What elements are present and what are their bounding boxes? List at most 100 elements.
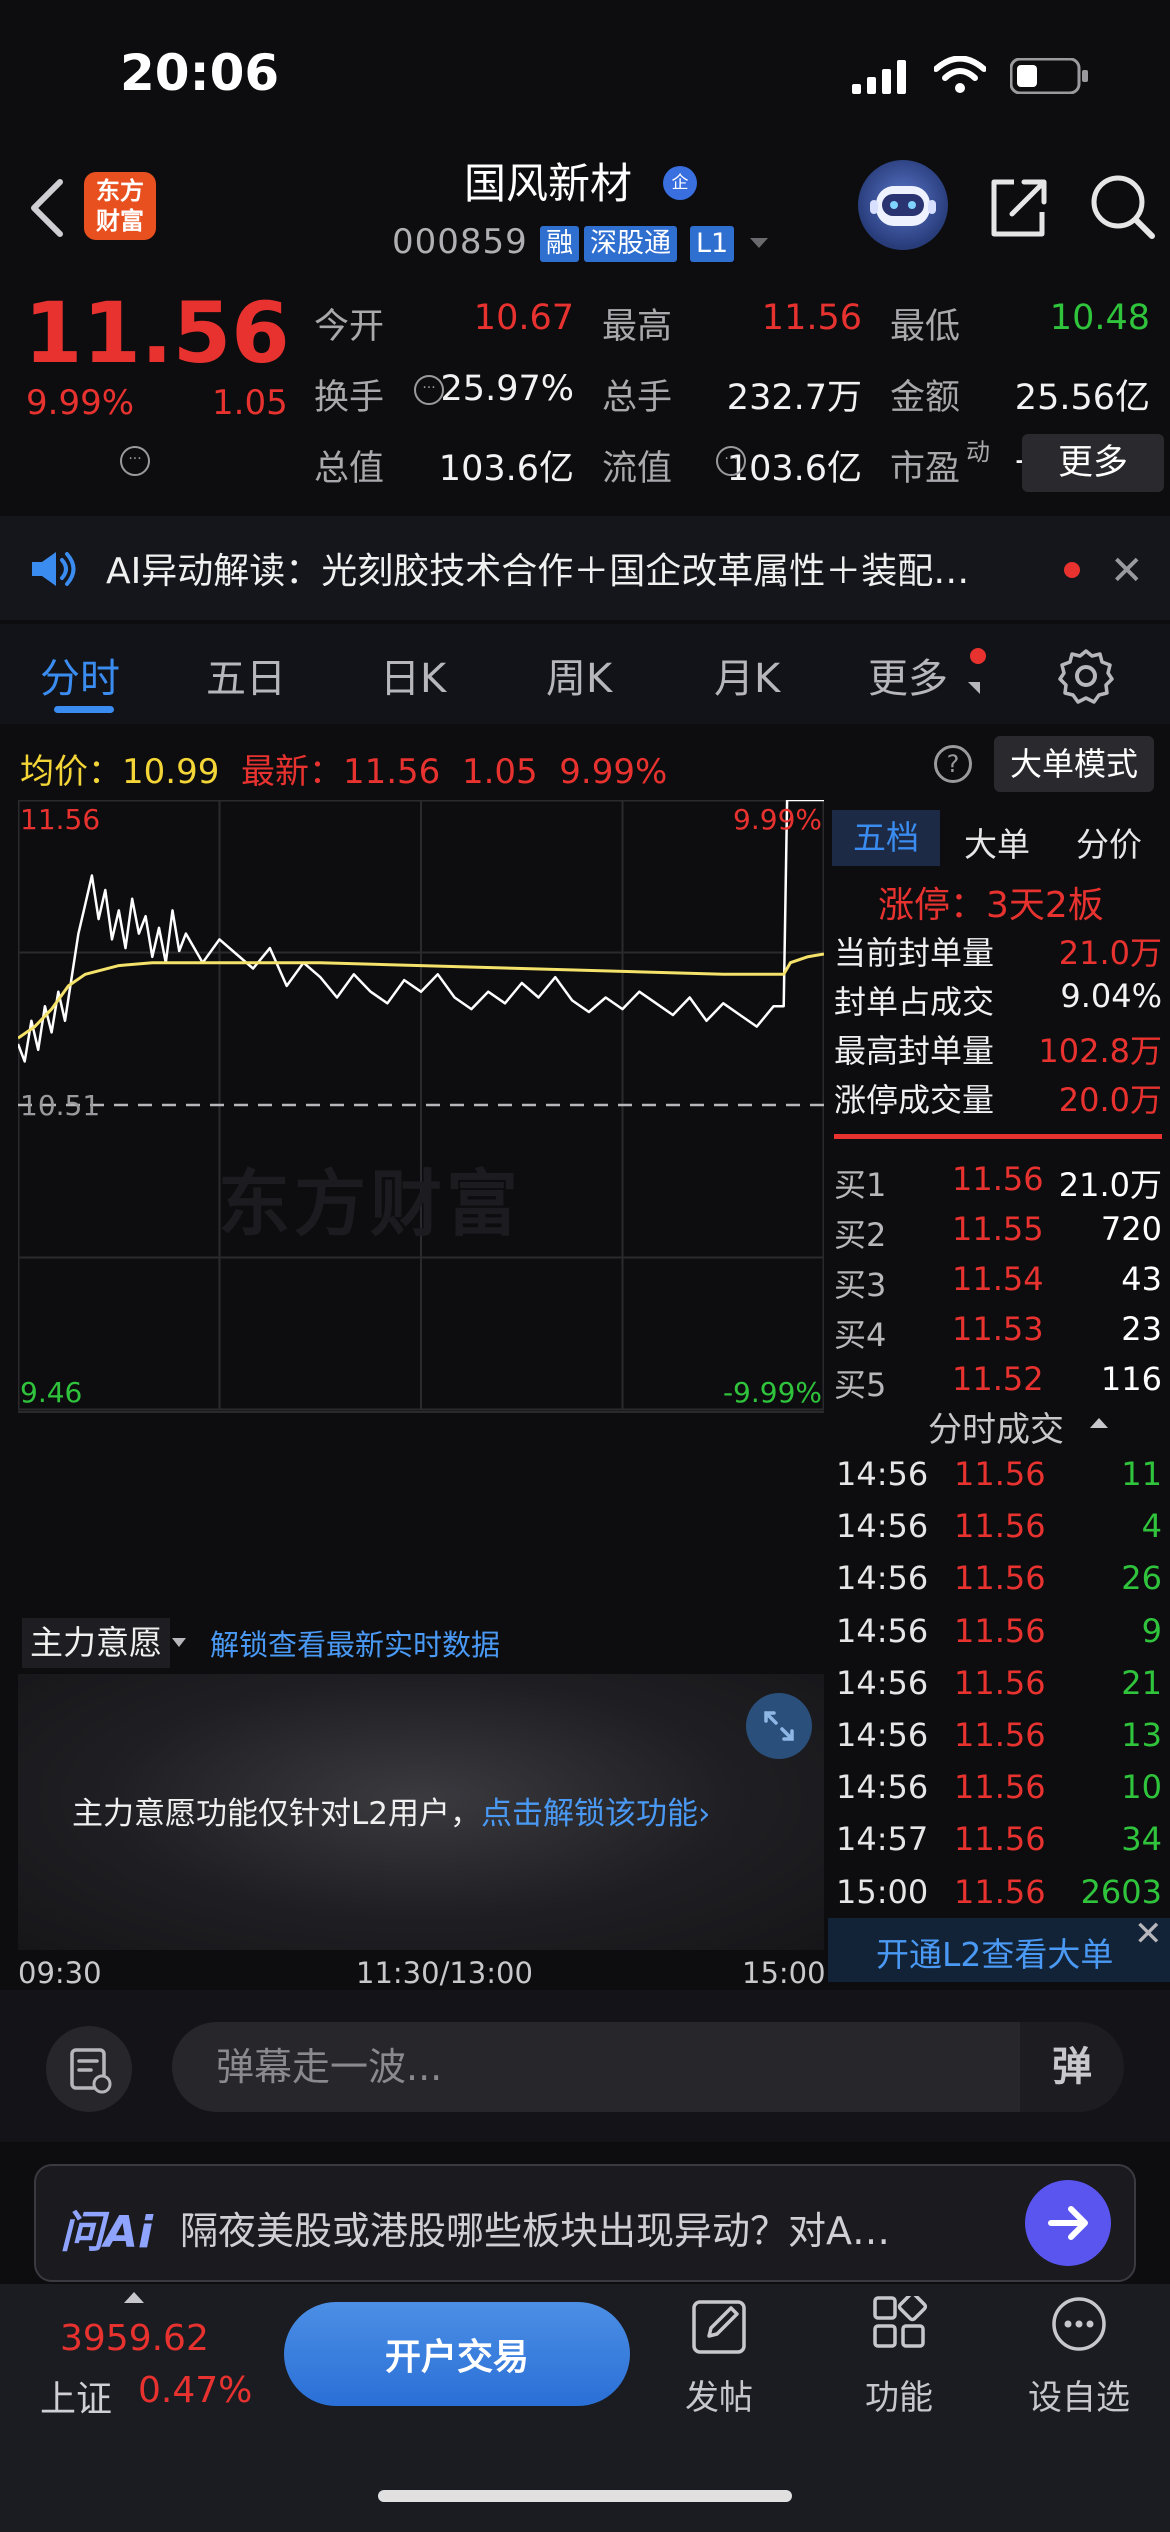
close-icon[interactable]: ✕ <box>1134 1914 1163 1954</box>
tab-price-distribution[interactable]: 分价 <box>1076 818 1142 866</box>
info-icon[interactable]: ··· <box>120 446 150 476</box>
ask-ai-send-button[interactable] <box>1025 2180 1111 2266</box>
chevron-down-icon[interactable] <box>172 1638 186 1647</box>
trade-volume: 2603 <box>1080 1872 1162 1911</box>
latest-label: 最新： <box>240 752 343 792</box>
trade-time: 14:56 <box>836 1611 929 1650</box>
trade-volume: 10 <box>1121 1768 1162 1807</box>
tab-intraday[interactable]: 分时 <box>40 646 120 704</box>
tag-margin: 融 <box>540 226 579 262</box>
order-price: 11.54 <box>952 1260 1044 1298</box>
home-indicator <box>378 2490 792 2502</box>
limit-stat-value: 9.04% <box>1060 977 1162 1015</box>
info-icon[interactable]: ··· <box>716 446 746 476</box>
logo-line-2: 财富 <box>96 207 144 235</box>
share-icon[interactable] <box>986 176 1050 240</box>
trade-price: 11.56 <box>954 1611 1046 1650</box>
trade-time: 14:56 <box>836 1507 929 1546</box>
nav-post[interactable]: 发帖 <box>654 2296 784 2418</box>
status-time: 20:06 <box>120 44 280 102</box>
y-axis-ref-label: 10.51 <box>20 1089 100 1122</box>
order-volume: 23 <box>1121 1310 1162 1348</box>
main-force-message: 主力意愿功能仅针对L2用户，点击解锁该功能› <box>72 1788 710 1833</box>
limit-stat-label: 封单占成交 <box>834 983 995 1021</box>
help-icon[interactable]: ? <box>934 745 972 783</box>
quote-value: 10.67 <box>473 298 574 338</box>
expand-icon[interactable] <box>746 1693 812 1759</box>
ask-ai-prompt[interactable]: 隔夜美股或港股哪些板块出现异动？对A… <box>180 2200 890 2255</box>
main-force-selector[interactable]: 主力意愿 <box>22 1618 170 1668</box>
more-circle-icon <box>1052 2297 1106 2351</box>
unlock-link[interactable]: 解锁查看最新实时数据 <box>210 1622 500 1664</box>
order-volume: 116 <box>1100 1360 1162 1398</box>
quote-label: 换手 <box>314 378 385 418</box>
notes-button[interactable] <box>46 2026 132 2112</box>
limit-stat-label: 涨停成交量 <box>834 1081 995 1119</box>
order-level-label: 买5 <box>834 1366 887 1404</box>
divider <box>834 1134 1162 1139</box>
quote-value: 10.48 <box>1049 298 1150 338</box>
quote-value: 25.56亿 <box>1014 378 1150 418</box>
time-axis-close: 15:00 <box>742 1956 826 1990</box>
trade-volume: 9 <box>1141 1611 1162 1650</box>
back-icon[interactable] <box>24 178 74 238</box>
close-icon[interactable]: ✕ <box>1110 548 1144 594</box>
trade-time: 14:56 <box>836 1559 929 1598</box>
ask-ai-logo: 问Ai <box>60 2207 154 2258</box>
app-logo[interactable]: 东方 财富 <box>84 172 156 240</box>
tab-more[interactable]: 更多 <box>868 646 948 704</box>
tab-weekly-k[interactable]: 周K <box>546 646 612 704</box>
chevron-down-icon[interactable] <box>750 238 768 248</box>
tag-level1: L1 <box>690 226 735 262</box>
latest-pct: 9.99% <box>559 752 668 792</box>
index-change[interactable]: 0.47% <box>138 2370 252 2411</box>
order-level-label: 买4 <box>834 1316 887 1354</box>
trades-title[interactable]: 分时成交 <box>928 1402 1064 1451</box>
quote-value: 232.7万 <box>726 378 862 418</box>
time-axis-open: 09:30 <box>18 1956 102 1990</box>
danmu-input[interactable] <box>172 2022 1020 2112</box>
quote-value: 103.6亿 <box>438 449 574 489</box>
trade-time: 14:56 <box>836 1716 929 1754</box>
danmu-toggle-button[interactable]: 弹 <box>1020 2022 1124 2112</box>
quote-value: 25.97% <box>440 369 574 409</box>
trade-volume: 13 <box>1121 1716 1162 1754</box>
ai-robot-avatar[interactable] <box>858 160 948 250</box>
chevron-up-icon[interactable] <box>1090 1418 1108 1428</box>
chart-summary-line: 均价：10.99 最新：11.56 1.05 9.99% <box>20 744 667 793</box>
l2-promo-text[interactable]: 开通L2查看大单 <box>876 1928 1113 1976</box>
ai-banner-text[interactable]: AI异动解读：光刻胶技术合作＋国企改革属性＋装配… <box>106 542 969 594</box>
chevron-up-icon[interactable] <box>124 2292 144 2303</box>
big-order-mode-button[interactable]: 大单模式 <box>994 736 1154 792</box>
order-price: 11.55 <box>952 1210 1044 1248</box>
limit-stat-value: 102.8万 <box>1038 1032 1162 1070</box>
tab-five-day[interactable]: 五日 <box>206 646 286 704</box>
more-button[interactable]: 更多 <box>1022 434 1164 492</box>
tab-five-levels[interactable]: 五档 <box>832 810 940 866</box>
avg-price-value: 10.99 <box>122 752 220 792</box>
info-icon[interactable]: ··· <box>414 375 444 405</box>
main-force-text: 主力意愿功能仅针对L2用户， <box>72 1796 481 1832</box>
tab-monthly-k[interactable]: 月K <box>714 646 780 704</box>
order-price: 11.52 <box>952 1360 1044 1398</box>
unlock-feature-link[interactable]: 点击解锁该功能› <box>481 1796 710 1832</box>
quote-label: 总值 <box>314 449 385 489</box>
search-icon[interactable] <box>1088 172 1158 242</box>
nav-functions[interactable]: 功能 <box>834 2296 964 2418</box>
latest-price: 11.56 <box>342 752 441 792</box>
trade-volume: 26 <box>1121 1559 1162 1598</box>
index-value[interactable]: 3959.62 <box>60 2318 209 2359</box>
logo-line-1: 东方 <box>96 177 144 205</box>
trade-time: 14:56 <box>836 1663 929 1702</box>
open-account-trade-button[interactable]: 开户交易 <box>284 2302 630 2406</box>
change-percent: 9.99% <box>26 383 135 423</box>
trade-time: 14:56 <box>836 1768 929 1807</box>
nav-add-watchlist[interactable]: 设自选 <box>1014 2296 1144 2418</box>
index-name[interactable]: 上证 <box>40 2370 112 2422</box>
enterprise-badge: 企 <box>663 166 697 200</box>
nav-functions-label: 功能 <box>865 2378 933 2418</box>
tab-big-orders[interactable]: 大单 <box>964 818 1030 866</box>
gear-icon[interactable] <box>1058 648 1114 704</box>
stock-name[interactable]: 国风新材 <box>464 150 632 211</box>
tab-daily-k[interactable]: 日K <box>380 646 446 704</box>
